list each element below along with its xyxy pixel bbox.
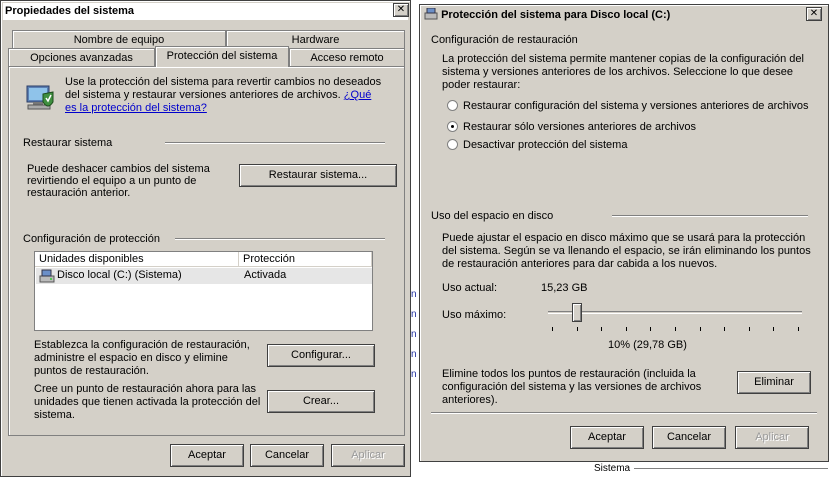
intro-text: Use la protección del sistema para rever… — [65, 76, 383, 115]
max-usage-slider[interactable] — [548, 303, 802, 333]
slider-tick — [675, 327, 676, 331]
tab-proteccion-sistema[interactable]: Protección del sistema — [155, 46, 289, 67]
system-protection-icon — [23, 80, 57, 114]
window-icon — [424, 7, 438, 20]
bg-glyph: n — [411, 349, 417, 360]
intro-description: Use la protección del sistema para rever… — [65, 76, 382, 101]
slider-tick — [773, 327, 774, 331]
delete-description: Elimine todos los puntos de restauración… — [442, 368, 702, 406]
bg-glyph: n — [411, 369, 417, 380]
slider-readout: 10% (29,78 GB) — [608, 339, 687, 351]
close-icon: ✕ — [396, 4, 406, 15]
restore-heading: Restaurar sistema — [23, 137, 113, 149]
delete-button[interactable]: Eliminar — [737, 371, 811, 394]
drives-table: Unidades disponibles Protección Disco lo… — [34, 251, 373, 331]
tab-acceso-remoto[interactable]: Acceso remoto — [289, 48, 405, 67]
current-usage-label: Uso actual: — [442, 282, 498, 294]
column-header-drives[interactable]: Unidades disponibles — [35, 252, 239, 267]
max-usage-label: Uso máximo: — [442, 309, 507, 321]
restore-separator — [165, 142, 385, 144]
slider-tick — [700, 327, 701, 331]
restore-system-button[interactable]: Restaurar sistema... — [239, 164, 397, 187]
tab-panel: Use la protección del sistema para rever… — [8, 66, 405, 436]
background-sistema-line — [634, 468, 828, 470]
cancel-button[interactable]: Cancelar — [652, 426, 726, 449]
option-restore-all-label[interactable]: Restaurar configuración del sistema y ve… — [463, 100, 808, 112]
disk-usage-description: Puede ajustar el espacio en disco máximo… — [442, 232, 811, 270]
slider-tick — [552, 327, 553, 331]
ok-button[interactable]: Aceptar — [570, 426, 644, 449]
close-button[interactable]: ✕ — [806, 7, 822, 21]
tab-label: Hardware — [291, 34, 340, 46]
option-disable-label[interactable]: Desactivar protección del sistema — [463, 139, 627, 151]
slider-tick — [724, 327, 725, 331]
background-sistema-label: Sistema — [594, 463, 630, 474]
system-properties-titlebar[interactable]: Propiedades del sistema — [3, 3, 408, 20]
disk-usage-heading: Uso del espacio en disco — [431, 210, 554, 222]
bg-glyph: n — [411, 289, 417, 300]
tab-label: Opciones avanzadas — [30, 52, 133, 64]
sistema-text: Sistema — [594, 463, 631, 474]
restore-description: Puede deshacer cambios del sistema revir… — [27, 163, 210, 199]
slider-track — [548, 311, 802, 314]
protection-heading: Configuración de protección — [23, 233, 160, 245]
background-fragments: n n n n n — [411, 285, 419, 435]
protection-settings-window: Protección del sistema para Disco local … — [419, 4, 829, 462]
drive-status: Activada — [244, 269, 287, 281]
window-title: Protección del sistema para Disco local … — [441, 9, 671, 21]
slider-tick — [798, 327, 799, 331]
bg-glyph: n — [411, 309, 417, 320]
apply-button[interactable]: Aplicar — [331, 444, 405, 467]
slider-tick — [601, 327, 602, 331]
current-usage-value: 15,23 GB — [541, 282, 588, 294]
restore-config-heading: Configuración de restauración — [431, 34, 578, 46]
radio-disable-protection[interactable] — [447, 139, 458, 150]
slider-tick — [577, 327, 578, 331]
option-restore-files-label[interactable]: Restaurar sólo versiones anteriores de a… — [463, 121, 696, 133]
tab-opciones-avanzadas[interactable]: Opciones avanzadas — [8, 48, 155, 67]
radio-restore-files-only[interactable] — [447, 121, 458, 132]
column-header-protection[interactable]: Protección — [239, 252, 372, 267]
cancel-button[interactable]: Cancelar — [250, 444, 324, 467]
slider-tick — [650, 327, 651, 331]
configure-button[interactable]: Configurar... — [267, 344, 375, 367]
bg-glyph: n — [411, 329, 417, 340]
tab-label: Acceso remoto — [310, 52, 384, 64]
window-title: Propiedades del sistema — [5, 5, 134, 17]
protection-settings-titlebar[interactable]: Protección del sistema para Disco local … — [422, 7, 826, 24]
disk-usage-separator — [612, 215, 808, 217]
protection-separator — [175, 238, 385, 240]
slider-tick — [749, 327, 750, 331]
slider-tick — [626, 327, 627, 331]
close-icon: ✕ — [809, 8, 819, 19]
tab-label: Nombre de equipo — [73, 34, 165, 46]
restore-config-description: La protección del sistema permite manten… — [442, 53, 804, 91]
drive-name: Disco local (C:) (Sistema) — [57, 269, 182, 281]
footer-separator — [431, 412, 817, 414]
system-properties-window: Propiedades del sistema ✕ Nombre de equi… — [0, 0, 411, 477]
tab-label: Protección del sistema — [166, 50, 278, 62]
create-button[interactable]: Crear... — [267, 390, 375, 413]
slider-thumb[interactable] — [572, 303, 582, 322]
configure-description: Establezca la configuración de restaurac… — [34, 339, 250, 377]
ok-button[interactable]: Aceptar — [170, 444, 244, 467]
radio-restore-all[interactable] — [447, 100, 458, 111]
apply-button[interactable]: Aplicar — [735, 426, 809, 449]
slider-ticks — [548, 327, 802, 331]
create-description: Cree un punto de restauración ahora para… — [34, 383, 261, 421]
drive-icon — [39, 269, 55, 283]
close-button[interactable]: ✕ — [393, 3, 409, 17]
table-row[interactable]: Disco local (C:) (Sistema) Activada — [36, 268, 372, 284]
